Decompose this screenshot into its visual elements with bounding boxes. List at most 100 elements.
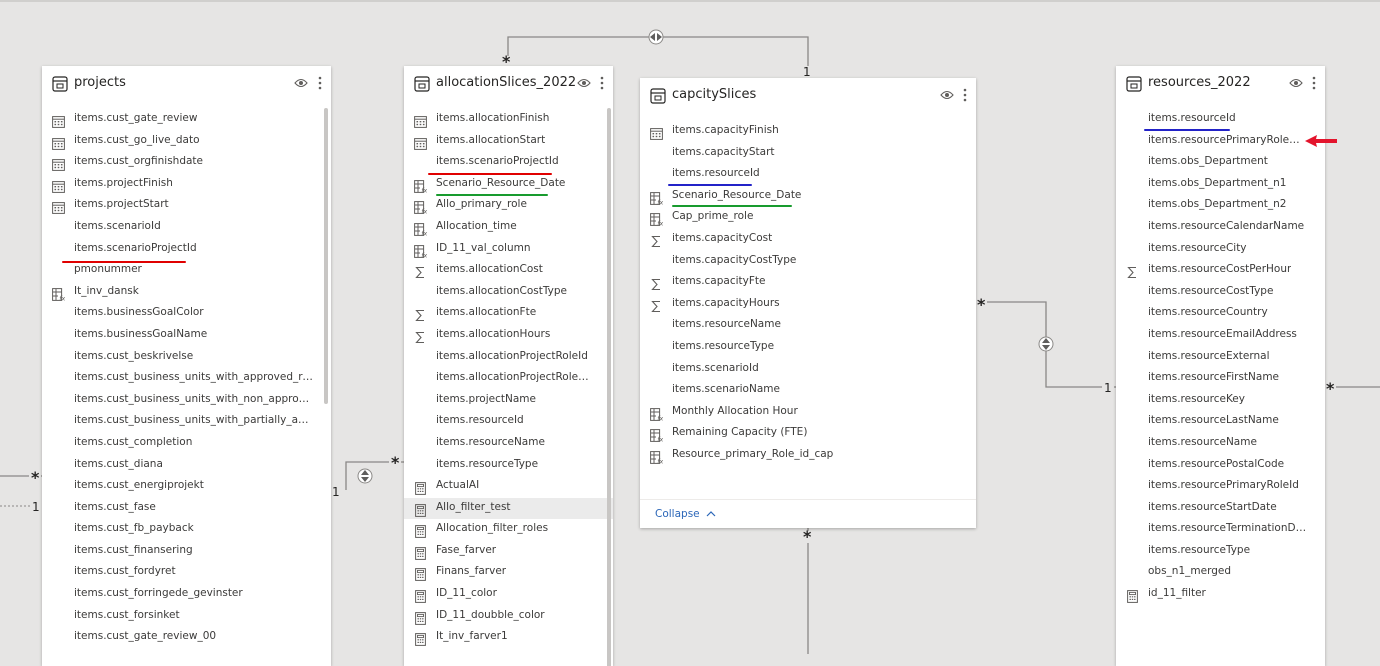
field-row[interactable]: items.cust_forringede_gevinster — [42, 584, 331, 606]
field-row[interactable]: items.resourceLastName — [1116, 411, 1325, 433]
eye-icon[interactable] — [577, 78, 591, 88]
field-row[interactable]: items.obs_Department_n2 — [1116, 195, 1325, 217]
field-row[interactable]: items.cust_forsinket — [42, 606, 331, 628]
field-row[interactable]: items.cust_fb_payback — [42, 519, 331, 541]
table-card-allocationslices[interactable]: allocationSlices_2022 items.allocationFi… — [404, 66, 613, 666]
field-row[interactable]: items.resourceName — [404, 433, 613, 455]
field-row[interactable]: items.cust_fase — [42, 498, 331, 520]
field-row[interactable]: items.resourceCostType — [1116, 282, 1325, 304]
field-row[interactable]: ActualAI — [404, 476, 613, 498]
field-row[interactable]: items.cust_business_units_with_partially… — [42, 411, 331, 433]
field-row[interactable]: fx Remaining Capacity (FTE) — [640, 423, 976, 445]
field-row[interactable]: items.allocationProjectRoleName — [404, 368, 613, 390]
more-options-icon[interactable] — [1312, 75, 1316, 91]
field-row[interactable]: items.allocationHours — [404, 325, 613, 347]
field-row[interactable]: items.allocationCost — [404, 260, 613, 282]
field-row[interactable]: items.resourceCity — [1116, 239, 1325, 261]
eye-icon[interactable] — [294, 78, 308, 88]
field-row[interactable]: items.capacityCost — [640, 229, 976, 251]
field-row[interactable]: items.resourceCostPerHour — [1116, 260, 1325, 282]
scrollbar-thumb[interactable] — [324, 108, 328, 404]
field-row[interactable]: fx It_inv_dansk — [42, 282, 331, 304]
field-row[interactable]: items.scenarioId — [640, 359, 976, 381]
field-row[interactable]: items.allocationFinish — [404, 109, 613, 131]
field-row[interactable]: items.obs_Department — [1116, 152, 1325, 174]
scrollbar-thumb[interactable] — [607, 108, 611, 666]
field-row[interactable]: fx Allo_primary_role — [404, 195, 613, 217]
field-row[interactable]: items.capacityHours — [640, 294, 976, 316]
field-row[interactable]: items.resourceStartDate — [1116, 498, 1325, 520]
table-card-projects[interactable]: projects items.cust_gate_review items.cus… — [42, 66, 331, 666]
field-row[interactable]: items.resourcePrimaryRoleName — [1116, 131, 1325, 153]
field-row[interactable]: pmonummer — [42, 260, 331, 282]
field-row[interactable]: items.businessGoalColor — [42, 303, 331, 325]
field-row[interactable]: items.scenarioProjectId — [42, 239, 331, 261]
field-row[interactable]: items.cust_gate_review_00 — [42, 627, 331, 649]
field-row[interactable]: items.resourceId — [640, 164, 976, 186]
field-row[interactable]: items.cust_diana — [42, 455, 331, 477]
more-options-icon[interactable] — [318, 75, 322, 91]
eye-icon[interactable] — [1289, 78, 1303, 88]
table-header[interactable]: capcitySlices — [640, 78, 976, 114]
field-row[interactable]: items.resourceType — [404, 455, 613, 477]
field-row[interactable]: items.cust_completion — [42, 433, 331, 455]
field-row[interactable]: items.projectName — [404, 390, 613, 412]
field-row[interactable]: items.resourceFirstName — [1116, 368, 1325, 390]
field-row[interactable]: items.resourcePostalCode — [1116, 455, 1325, 477]
field-row[interactable]: items.resourceName — [640, 315, 976, 337]
field-row[interactable]: items.resourceExternal — [1116, 347, 1325, 369]
field-row[interactable]: fx Monthly Allocation Hour — [640, 402, 976, 424]
field-row[interactable]: fx ID_11_val_column — [404, 239, 613, 261]
field-row[interactable]: items.allocationProjectRoleId — [404, 347, 613, 369]
field-row[interactable]: id_11_filter — [1116, 584, 1325, 606]
field-row[interactable]: items.scenarioProjectId — [404, 152, 613, 174]
collapse-button[interactable]: Collapse — [655, 508, 716, 520]
field-row[interactable]: items.resourceCountry — [1116, 303, 1325, 325]
field-row[interactable]: items.allocationFte — [404, 303, 613, 325]
field-row[interactable]: items.resourceKey — [1116, 390, 1325, 412]
table-header[interactable]: allocationSlices_2022 — [404, 66, 613, 102]
field-row[interactable]: It_inv_farver1 — [404, 627, 613, 649]
field-row[interactable]: items.resourcePrimaryRoleId — [1116, 476, 1325, 498]
field-row[interactable]: ID_11_color — [404, 584, 613, 606]
field-row[interactable]: items.resourceCalendarName — [1116, 217, 1325, 239]
field-row[interactable]: items.cust_beskrivelse — [42, 347, 331, 369]
field-row[interactable]: items.cust_business_units_with_non_appro… — [42, 390, 331, 412]
field-row[interactable]: items.obs_Department_n1 — [1116, 174, 1325, 196]
field-row[interactable]: fx Scenario_Resource_Date — [404, 174, 613, 196]
field-row[interactable]: items.allocationStart — [404, 131, 613, 153]
field-row[interactable]: items.cust_finansering — [42, 541, 331, 563]
field-row[interactable]: items.capacityCostType — [640, 251, 976, 273]
field-row[interactable]: items.scenarioId — [42, 217, 331, 239]
field-row[interactable]: items.businessGoalName — [42, 325, 331, 347]
field-row[interactable]: obs_n1_merged — [1116, 562, 1325, 584]
field-row[interactable]: fx Resource_primary_Role_id_cap — [640, 445, 976, 467]
table-header[interactable]: projects — [42, 66, 331, 102]
field-row[interactable]: items.resourceType — [1116, 541, 1325, 563]
field-row[interactable]: Fase_farver — [404, 541, 613, 563]
table-card-resources[interactable]: resources_2022 items.resourceId items.res… — [1116, 66, 1325, 666]
field-row[interactable]: fx Cap_prime_role — [640, 207, 976, 229]
field-row[interactable]: Allocation_filter_roles — [404, 519, 613, 541]
field-row[interactable]: items.resourceType — [640, 337, 976, 359]
field-row[interactable]: items.cust_gate_review — [42, 109, 331, 131]
field-row[interactable]: items.allocationCostType — [404, 282, 613, 304]
field-row[interactable]: items.resourceTerminationDate — [1116, 519, 1325, 541]
field-row[interactable]: items.cust_go_live_dato — [42, 131, 331, 153]
eye-icon[interactable] — [940, 90, 954, 100]
field-row[interactable]: items.cust_orgfinishdate — [42, 152, 331, 174]
field-row[interactable]: fx Allocation_time — [404, 217, 613, 239]
field-row[interactable]: items.resourceEmailAddress — [1116, 325, 1325, 347]
field-row[interactable]: ID_11_doubble_color — [404, 606, 613, 628]
field-row[interactable]: items.resourceId — [404, 411, 613, 433]
field-row[interactable]: items.cust_fordyret — [42, 562, 331, 584]
field-row[interactable]: items.capacityFte — [640, 272, 976, 294]
field-row[interactable]: Allo_filter_test — [404, 497, 613, 520]
table-header[interactable]: resources_2022 — [1116, 66, 1325, 102]
field-row[interactable]: items.cust_energiprojekt — [42, 476, 331, 498]
field-row[interactable]: items.resourceName — [1116, 433, 1325, 455]
field-row[interactable]: items.scenarioName — [640, 380, 976, 402]
field-row[interactable]: Finans_farver — [404, 562, 613, 584]
more-options-icon[interactable] — [963, 87, 967, 103]
field-row[interactable]: items.capacityFinish — [640, 121, 976, 143]
